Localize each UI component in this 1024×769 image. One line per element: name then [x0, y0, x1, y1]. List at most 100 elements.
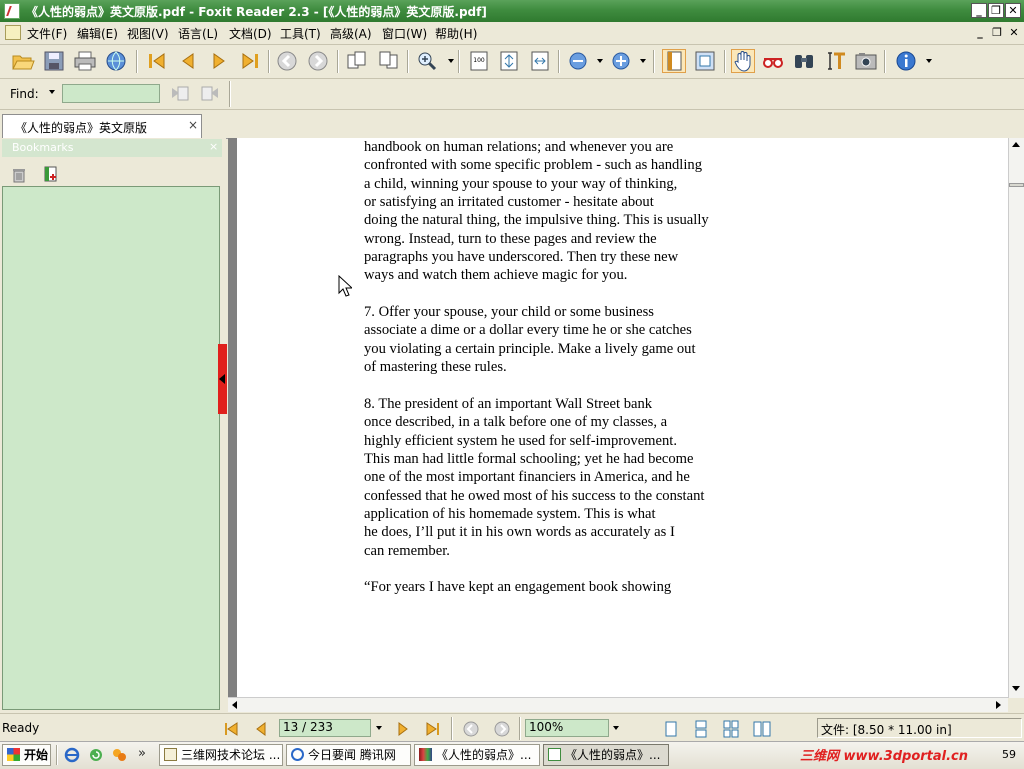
zoom-in-tool-icon[interactable] [415, 49, 439, 73]
text-line: “For years I have kept an engagement boo… [364, 579, 672, 596]
find-toolbar: Find: [0, 79, 1024, 110]
ie-window-icon [291, 748, 304, 761]
zoom-level-field[interactable]: 100% [525, 719, 609, 737]
page-number-field[interactable]: 13 / 233 [279, 719, 371, 737]
save-icon[interactable] [42, 49, 66, 73]
vertical-scrollbar[interactable] [1008, 138, 1024, 698]
menu-tools[interactable]: 工具(T) [280, 25, 321, 42]
text-line: ways and watch them achieve magic for yo… [364, 267, 628, 284]
fit-width-icon[interactable] [528, 49, 552, 73]
title-bar: 《人性的弱点》英文原版.pdf - Foxit Reader 2.3 - [《人… [0, 0, 1024, 22]
horizontal-scrollbar[interactable] [228, 697, 1008, 712]
go-back-icon[interactable] [275, 49, 299, 73]
text-line: confronted with some specific problem - … [364, 157, 703, 174]
status-back-icon[interactable] [462, 720, 480, 738]
zoom-dropdown-icon[interactable] [448, 59, 454, 63]
about-info-icon[interactable] [894, 49, 918, 73]
find-previous-icon[interactable] [170, 85, 190, 103]
panel-collapse-handle[interactable] [218, 344, 227, 414]
ie-quicklaunch-icon[interactable] [64, 747, 80, 763]
single-page-layout-icon[interactable] [663, 720, 679, 738]
first-page-icon[interactable] [145, 49, 169, 73]
document-menu-icon[interactable] [5, 25, 21, 40]
scroll-up-arrow-icon[interactable] [1012, 142, 1020, 147]
close-tab-icon[interactable]: × [188, 118, 198, 132]
menu-language[interactable]: 语言(L) [178, 25, 218, 42]
zoom-out-icon[interactable] [566, 49, 590, 73]
text-line: can remember. [364, 542, 450, 559]
task-forum[interactable]: 三维网技术论坛 ... [159, 744, 283, 766]
typewriter-text-icon[interactable] [823, 49, 847, 73]
menu-file[interactable]: 文件(F) [27, 25, 67, 42]
status-previous-page-icon[interactable] [252, 720, 270, 738]
task-book-1[interactable]: 《人性的弱点》... [414, 744, 540, 766]
find-next-icon[interactable] [200, 85, 220, 103]
zoom-out-dropdown-icon[interactable] [597, 59, 603, 63]
facing-layout-icon[interactable] [723, 720, 739, 738]
find-input[interactable] [62, 84, 160, 103]
select-text-glasses-icon[interactable] [761, 49, 785, 73]
find-options-dropdown-icon[interactable] [49, 90, 55, 94]
document-view[interactable]: handbook on human relations; and wheneve… [228, 138, 1010, 698]
restore-button[interactable]: ❐ [988, 3, 1004, 18]
hand-tool-icon[interactable] [731, 49, 755, 73]
foxit-app-icon[interactable] [4, 3, 20, 19]
document-tab[interactable]: 《人性的弱点》英文原版 × [2, 114, 202, 138]
menu-document[interactable]: 文档(D) [229, 25, 272, 42]
doc-minimize-button[interactable]: _ [972, 26, 988, 41]
doc-restore-button[interactable]: ❐ [989, 26, 1005, 41]
go-forward-icon[interactable] [306, 49, 330, 73]
rotate-left-icon[interactable] [345, 49, 369, 73]
add-bookmark-icon[interactable] [42, 165, 60, 183]
zoom-in-dropdown-icon[interactable] [640, 59, 646, 63]
status-last-page-icon[interactable] [424, 720, 442, 738]
actual-size-icon[interactable]: 100 [467, 49, 491, 73]
start-button[interactable]: 开始 [2, 744, 51, 766]
task-news[interactable]: 今日要闻 腾讯网 [286, 744, 411, 766]
toolbar-options-dropdown-icon[interactable] [926, 59, 932, 63]
next-page-icon[interactable] [207, 49, 231, 73]
delete-bookmark-trash-icon[interactable] [10, 166, 28, 184]
refresh-quicklaunch-icon[interactable] [88, 747, 104, 763]
quicklaunch-more-icon[interactable]: » [135, 744, 149, 764]
task-book-1-label: 《人性的弱点》... [436, 748, 532, 762]
scroll-right-arrow-icon[interactable] [996, 701, 1001, 709]
zoom-level-dropdown-icon[interactable] [613, 726, 619, 730]
menu-view[interactable]: 视图(V) [127, 25, 169, 42]
vertical-scroll-thumb[interactable] [1009, 183, 1024, 187]
fit-page-icon[interactable] [497, 49, 521, 73]
last-page-icon[interactable] [238, 49, 262, 73]
email-globe-icon[interactable] [104, 49, 128, 73]
status-first-page-icon[interactable] [222, 720, 240, 738]
minimize-button[interactable]: _ [971, 3, 987, 18]
scroll-left-arrow-icon[interactable] [232, 701, 237, 709]
snapshot-camera-icon[interactable] [854, 49, 878, 73]
bookmark-panel-icon[interactable] [662, 49, 686, 73]
menu-edit[interactable]: 编辑(E) [77, 25, 118, 42]
find-binoculars-icon[interactable] [792, 49, 816, 73]
continuous-layout-icon[interactable] [693, 720, 709, 738]
continuous-facing-layout-icon[interactable] [753, 720, 771, 738]
scroll-down-arrow-icon[interactable] [1012, 686, 1020, 691]
zoom-in-icon[interactable] [609, 49, 633, 73]
menu-window[interactable]: 窗口(W) [382, 25, 427, 42]
close-button[interactable]: ✕ [1005, 3, 1021, 18]
print-icon[interactable] [73, 49, 97, 73]
text-line: paragraphs you have underscored. Then tr… [364, 249, 679, 266]
bookmark-panel-close-icon[interactable]: × [209, 140, 218, 153]
open-folder-icon[interactable] [11, 49, 35, 73]
document-tab-label: 《人性的弱点》英文原版 [15, 121, 148, 135]
previous-page-icon[interactable] [176, 49, 200, 73]
text-line [364, 376, 784, 394]
menu-help[interactable]: 帮助(H) [435, 25, 477, 42]
status-forward-icon[interactable] [493, 720, 511, 738]
doc-close-button[interactable]: ✕ [1006, 26, 1022, 41]
page-dropdown-icon[interactable] [376, 726, 382, 730]
task-book-2[interactable]: 《人性的弱点》... [543, 744, 669, 766]
media-quicklaunch-icon[interactable] [111, 747, 127, 763]
full-screen-icon[interactable] [693, 49, 717, 73]
bookmark-tree[interactable] [2, 186, 220, 710]
rotate-right-icon[interactable] [376, 49, 400, 73]
status-next-page-icon[interactable] [394, 720, 412, 738]
menu-advanced[interactable]: 高级(A) [330, 25, 372, 42]
